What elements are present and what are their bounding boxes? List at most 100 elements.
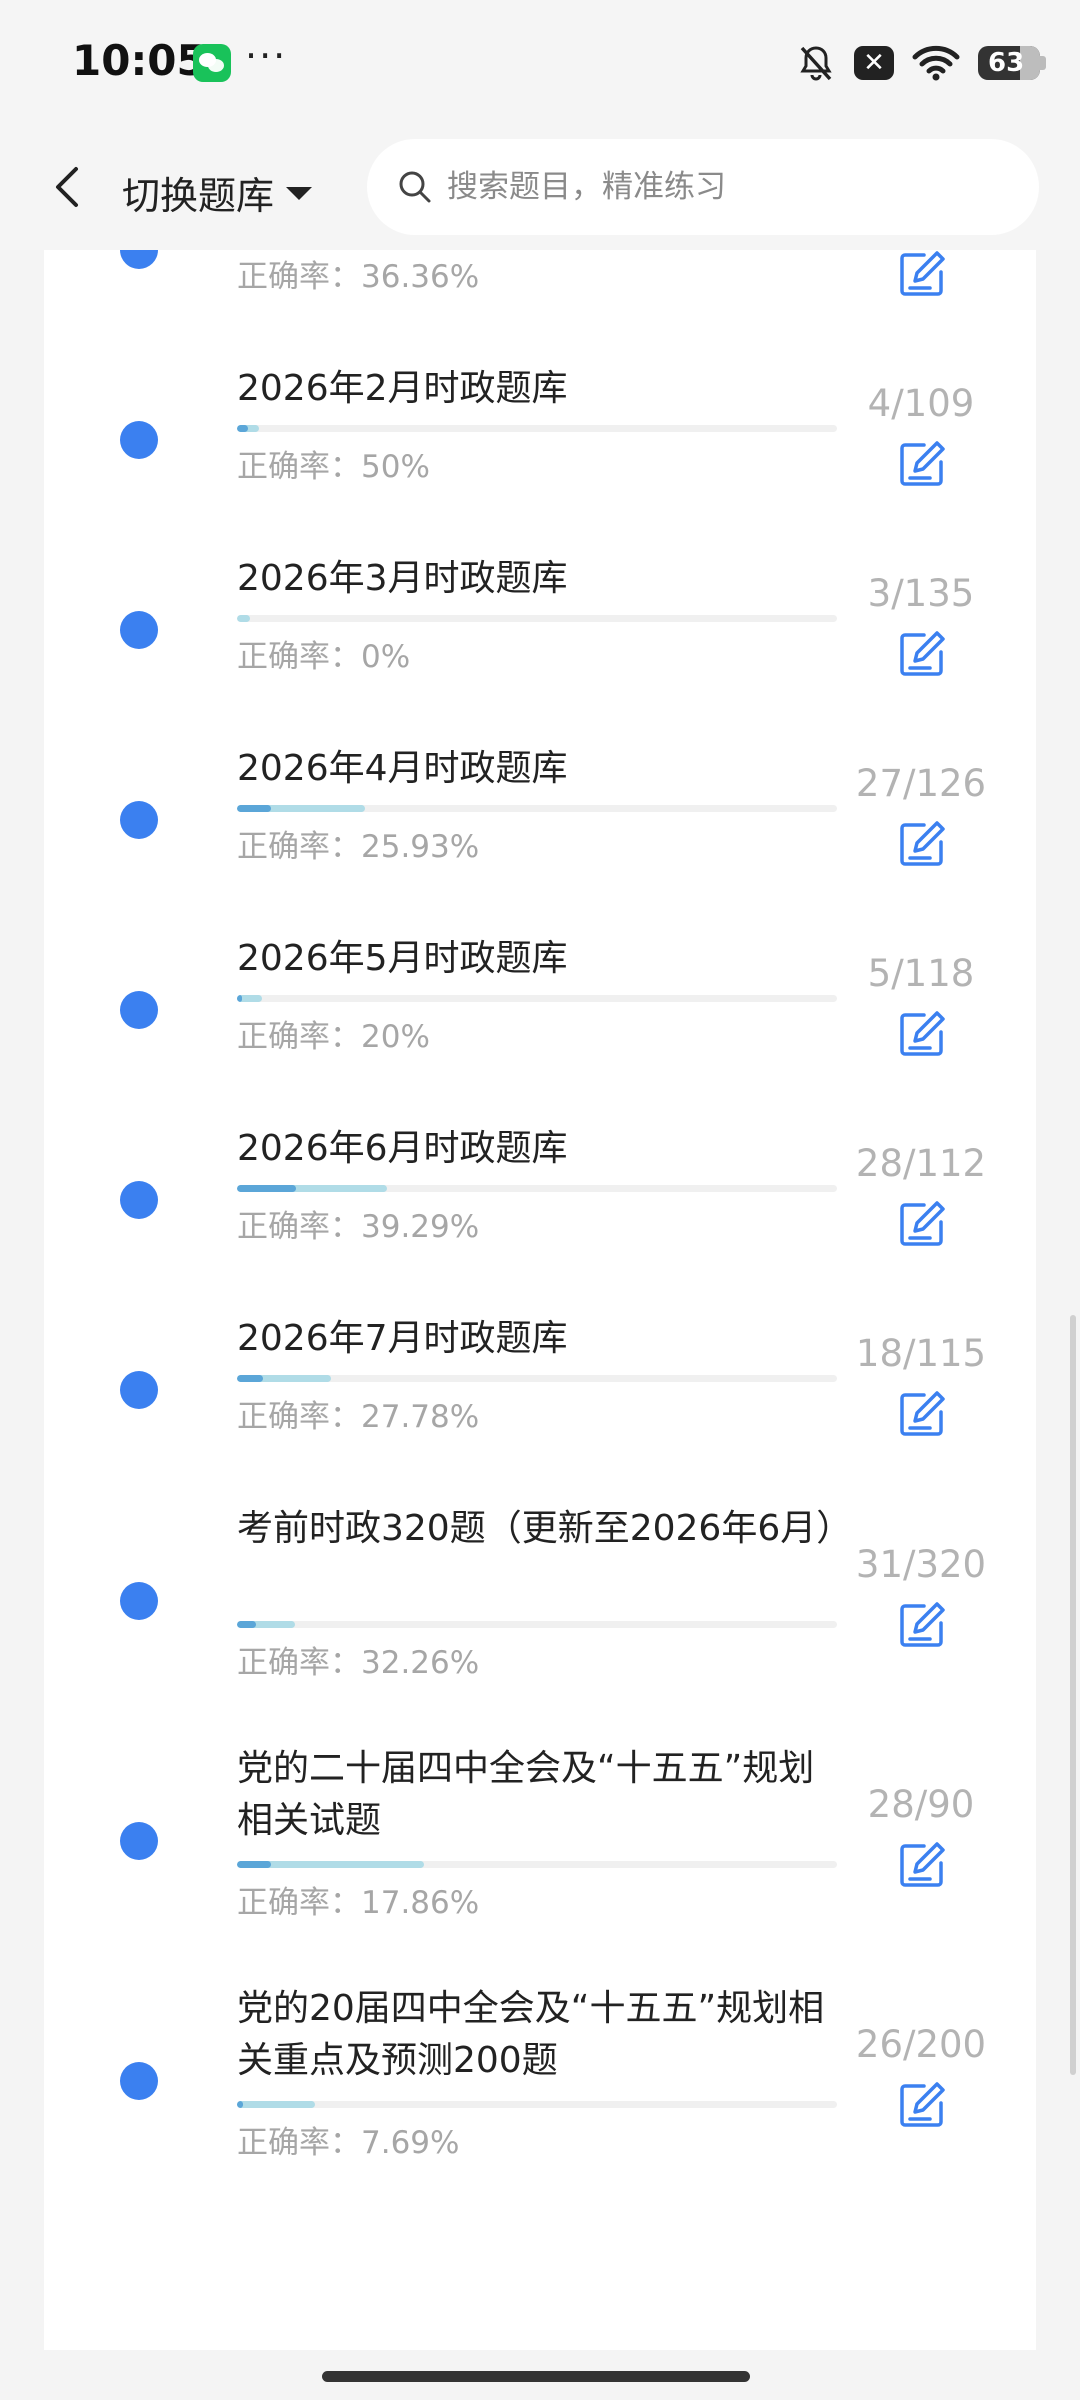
accuracy-label: 正确率： xyxy=(237,829,361,865)
scrollbar[interactable] xyxy=(1070,1315,1076,2075)
switch-question-bank-dropdown[interactable]: 切换题库 xyxy=(122,165,313,220)
progress-count: 28/90 xyxy=(867,1783,975,1826)
accuracy-text: 正确率：27.78% xyxy=(237,1391,479,1436)
accuracy-text: 正确率：17.86% xyxy=(237,1877,479,1922)
question-bank-item[interactable]: 党的20届四中全会及“十五五”规划相关重点及预测200题 正确率：7.69% 26/… xyxy=(44,1965,1036,2205)
progress-count: 31/320 xyxy=(855,1543,987,1586)
question-bank-item[interactable]: 2026年5月时政题库正确率：20% 5/118 xyxy=(44,915,1036,1105)
wifi-icon xyxy=(912,45,960,81)
item-title: 党的二十届四中全会及“十五五”规划相关试题 xyxy=(237,1748,815,1841)
close-box-icon: ✕ xyxy=(854,46,894,80)
accuracy-label: 正确率： xyxy=(237,639,361,675)
progress-correct-fill xyxy=(237,425,248,432)
accuracy-text: 正确率：20% xyxy=(237,1011,430,1056)
accuracy-value: 20% xyxy=(361,1019,430,1055)
status-dot xyxy=(120,1582,158,1620)
accuracy-value: 50% xyxy=(361,449,430,485)
status-bar: 10:05 ··· ✕ 63 xyxy=(0,0,1080,125)
more-notifications-icon: ··· xyxy=(245,34,288,78)
question-bank-list: 正确率：25%2026年1月时政题库正确率：36.36%11/1502026年2… xyxy=(44,250,1036,2205)
accuracy-text: 正确率：36.36% xyxy=(237,251,479,296)
progress-bar xyxy=(237,425,837,432)
progress-correct-fill xyxy=(237,1621,256,1628)
progress-correct-fill xyxy=(237,1861,271,1868)
status-dot xyxy=(120,611,158,649)
accuracy-text: 正确率：39.29% xyxy=(237,1201,479,1246)
question-bank-item[interactable]: 2026年7月时政题库 正确率：27.78% 18/115 xyxy=(44,1295,1036,1485)
question-bank-list-card: 正确率：25%2026年1月时政题库正确率：36.36%11/1502026年2… xyxy=(44,250,1036,2350)
accuracy-value: 17.86% xyxy=(361,1885,480,1921)
accuracy-label: 正确率： xyxy=(237,259,361,295)
accuracy-value: 25.93% xyxy=(361,829,480,865)
search-input[interactable] xyxy=(445,168,1009,206)
accuracy-label: 正确率： xyxy=(237,1209,361,1245)
home-indicator[interactable] xyxy=(322,2371,750,2382)
progress-count: 26/200 xyxy=(855,2023,987,2066)
status-dot xyxy=(120,250,158,269)
accuracy-label: 正确率： xyxy=(237,2125,361,2161)
question-bank-item[interactable]: 2026年2月时政题库正确率：50% 4/109 xyxy=(44,345,1036,535)
edit-practice-icon[interactable] xyxy=(896,250,948,300)
battery-icon: 63 xyxy=(978,46,1046,80)
status-dot xyxy=(120,991,158,1029)
edit-practice-icon[interactable] xyxy=(896,438,948,490)
edit-practice-icon[interactable] xyxy=(896,1839,948,1891)
wechat-notification-icon xyxy=(193,44,231,82)
status-dot xyxy=(120,1181,158,1219)
accuracy-text: 正确率：32.26% xyxy=(237,1637,479,1682)
edit-practice-icon[interactable] xyxy=(896,1198,948,1250)
progress-bar xyxy=(237,995,837,1002)
question-bank-item[interactable]: 考前时政320题（更新至2026年6月） 正确率：32.26% 31/320 xyxy=(44,1485,1036,1725)
progress-correct-fill xyxy=(237,2101,243,2108)
accuracy-text: 正确率：25.93% xyxy=(237,821,479,866)
edit-practice-icon[interactable] xyxy=(896,818,948,870)
item-title: 2026年4月时政题库 xyxy=(237,748,568,789)
item-title: 考前时政320题（更新至2026年6月） xyxy=(237,1508,853,1549)
accuracy-value: 27.78% xyxy=(361,1399,480,1435)
accuracy-value: 36.36% xyxy=(361,259,480,295)
progress-bar xyxy=(237,2101,837,2108)
progress-done-fill xyxy=(237,615,251,622)
accuracy-label: 正确率： xyxy=(237,1645,361,1681)
top-bar: 切换题库 xyxy=(0,125,1080,250)
question-bank-item[interactable]: 2026年6月时政题库 正确率：39.29% 28/112 xyxy=(44,1105,1036,1295)
back-button[interactable] xyxy=(42,157,92,217)
edit-practice-icon[interactable] xyxy=(896,2079,948,2131)
edit-practice-icon[interactable] xyxy=(896,628,948,680)
progress-count: 18/115 xyxy=(855,1332,987,1375)
clock: 10:05 xyxy=(72,36,206,85)
accuracy-value: 32.26% xyxy=(361,1645,480,1681)
progress-correct-fill xyxy=(237,995,242,1002)
progress-bar xyxy=(237,1861,837,1868)
question-bank-item[interactable]: 2026年3月时政题库 正确率：0% 3/135 xyxy=(44,535,1036,725)
accuracy-label: 正确率： xyxy=(237,1399,361,1435)
question-bank-item[interactable]: 党的二十届四中全会及“十五五”规划相关试题正确率：17.86% 28/90 xyxy=(44,1725,1036,1965)
edit-practice-icon[interactable] xyxy=(896,1599,948,1651)
status-dot xyxy=(120,2062,158,2100)
status-dot xyxy=(120,1371,158,1409)
accuracy-value: 0% xyxy=(361,639,411,675)
progress-bar xyxy=(237,615,837,622)
item-title: 党的20届四中全会及“十五五”规划相关重点及预测200题 xyxy=(237,1988,825,2081)
progress-count: 27/126 xyxy=(855,762,987,805)
progress-count: 4/109 xyxy=(867,382,975,425)
progress-bar xyxy=(237,1185,837,1192)
progress-count: 5/118 xyxy=(867,952,975,995)
caret-down-icon xyxy=(286,187,313,200)
progress-correct-fill xyxy=(237,1375,263,1382)
status-dot xyxy=(120,1822,158,1860)
question-bank-item[interactable]: 2026年4月时政题库正确率：25.93% 27/126 xyxy=(44,725,1036,915)
item-title: 2026年2月时政题库 xyxy=(237,368,568,409)
item-title: 2026年5月时政题库 xyxy=(237,938,568,979)
accuracy-label: 正确率： xyxy=(237,449,361,485)
accuracy-value: 39.29% xyxy=(361,1209,480,1245)
edit-practice-icon[interactable] xyxy=(896,1388,948,1440)
progress-count: 3/135 xyxy=(867,572,975,615)
search-bar[interactable] xyxy=(367,139,1039,235)
battery-level: 63 xyxy=(988,48,1025,78)
accuracy-label: 正确率： xyxy=(237,1019,361,1055)
progress-bar xyxy=(237,1621,837,1628)
edit-practice-icon[interactable] xyxy=(896,1008,948,1060)
question-bank-item[interactable]: 2026年1月时政题库正确率：36.36%11/150 xyxy=(44,250,1036,345)
status-dot xyxy=(120,421,158,459)
